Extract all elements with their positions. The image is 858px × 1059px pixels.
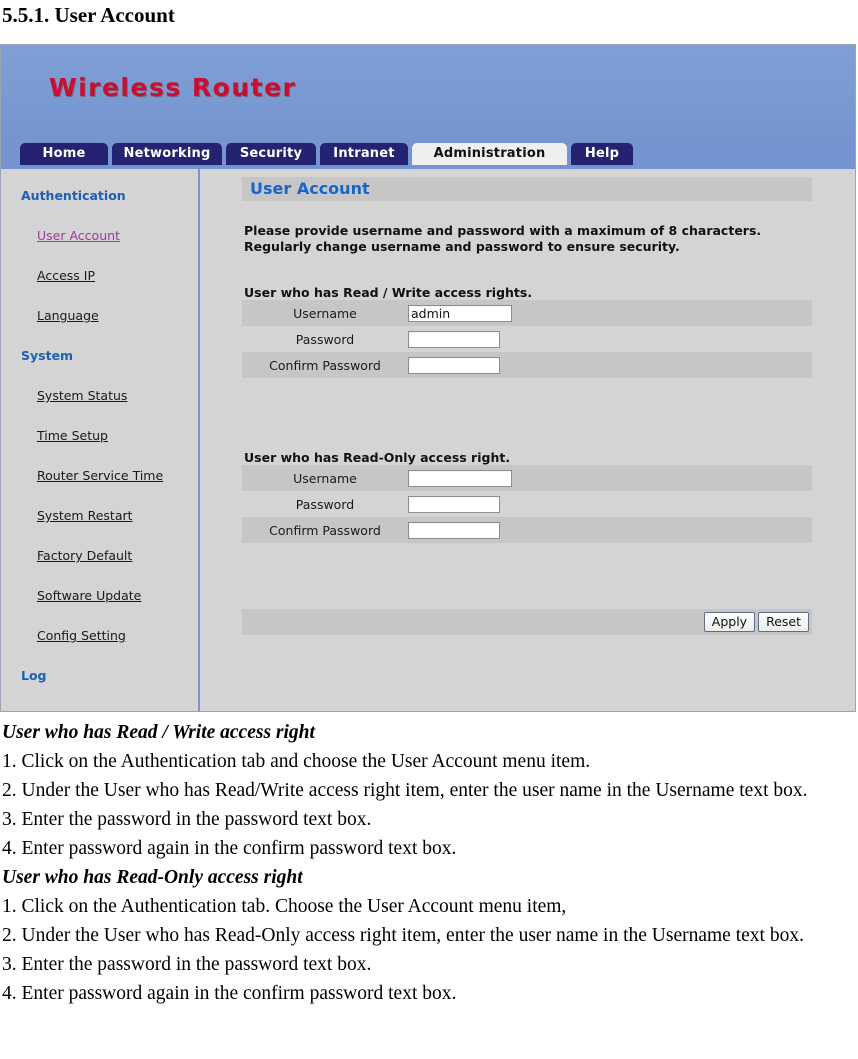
read-write-username-label: Username: [293, 305, 357, 321]
read-write-form-table: Username Password Confirm Password: [242, 300, 812, 384]
sidebar-item-config-setting[interactable]: Config Setting: [1, 626, 198, 646]
tab-networking[interactable]: Networking: [112, 143, 222, 165]
read-write-username-input[interactable]: [408, 304, 512, 322]
form-action-bar: Apply Reset: [242, 609, 812, 635]
sidebar-item-label: System Restart: [37, 508, 133, 523]
tab-home[interactable]: Home: [20, 143, 108, 165]
read-only-username-label: Username: [293, 470, 357, 486]
main-content: User Account Please provide username and…: [200, 169, 855, 711]
read-write-step-2: 2. Under the User who has Read/Write acc…: [2, 780, 808, 801]
apply-button[interactable]: Apply: [703, 612, 756, 632]
sidebar-item-label: Time Setup: [37, 428, 108, 443]
intro-line-2: Regularly change username and password t…: [244, 239, 680, 254]
sidebar-item-time-setup[interactable]: Time Setup: [1, 426, 198, 446]
sidebar-group-system: System: [21, 348, 74, 363]
tab-label: Help: [584, 146, 620, 161]
read-write-confirm-password-input[interactable]: [408, 356, 500, 374]
tab-label: Security: [239, 146, 303, 161]
instructions-block: User who has Read / Write access right 1.…: [0, 718, 858, 1008]
sidebar-item-label: Language: [37, 308, 99, 323]
read-only-step-2: 2. Under the User who has Read-Only acce…: [2, 925, 804, 946]
sidebar-item-access-ip[interactable]: Access IP: [1, 266, 198, 286]
read-only-form-table: Username Password Confirm Password: [242, 465, 812, 549]
sidebar-top-spacer: [1, 169, 198, 186]
read-only-group-label: User who has Read-Only access right.: [244, 450, 511, 465]
main-nav-tabs: Home Networking Security Intranet Administra…: [1, 143, 855, 169]
tab-security[interactable]: Security: [226, 143, 316, 165]
sidebar-item-label: User Account: [37, 228, 120, 243]
form-table-tail: [242, 378, 812, 384]
tab-help[interactable]: Help: [571, 143, 633, 165]
tab-administration[interactable]: Administration: [412, 143, 567, 165]
read-only-password-input[interactable]: [408, 495, 500, 513]
read-only-instructions-heading: User who has Read-Only access right: [2, 867, 303, 888]
router-body: Authentication User Account Access IP Langu…: [1, 169, 855, 711]
form-row: Password: [242, 326, 812, 352]
read-write-password-label: Password: [295, 331, 355, 347]
router-admin-screenshot: Wireless Router Home Networking Security In…: [0, 44, 856, 712]
read-only-step-1: 1. Click on the Authentication tab. Choo…: [2, 896, 567, 917]
form-table-tail: [242, 543, 812, 549]
sidebar-item-label: Software Update: [37, 588, 142, 603]
sidebar-item-system-restart[interactable]: System Restart: [1, 506, 198, 526]
brand-logo: Wireless Router: [49, 73, 297, 102]
sidebar-item-label: Factory Default: [37, 548, 133, 563]
read-write-step-1: 1. Click on the Authentication tab and c…: [2, 751, 591, 772]
tab-label: Administration: [433, 146, 546, 161]
read-only-confirm-password-label: Confirm Password: [269, 522, 381, 538]
panel-title: User Account: [242, 177, 812, 201]
sidebar: Authentication User Account Access IP Langu…: [1, 169, 200, 711]
reset-button[interactable]: Reset: [758, 612, 809, 632]
read-only-step-3: 3. Enter the password in the password te…: [2, 954, 372, 975]
sidebar-item-label: Router Service Time: [37, 468, 164, 483]
read-write-step-4: 4. Enter password again in the confirm p…: [2, 838, 457, 859]
sidebar-item-router-service-time[interactable]: Router Service Time: [1, 466, 198, 486]
sidebar-group-log: Log: [21, 668, 47, 683]
sidebar-item-user-account[interactable]: User Account: [1, 226, 198, 246]
tab-label: Home: [42, 146, 86, 161]
form-row: Confirm Password: [242, 352, 812, 378]
sidebar-item-factory-default[interactable]: Factory Default: [1, 546, 198, 566]
read-write-password-input[interactable]: [408, 330, 500, 348]
read-write-instructions-heading: User who has Read / Write access right: [2, 722, 315, 743]
panel-intro: Please provide username and password wit…: [244, 223, 824, 255]
sidebar-group-authentication: Authentication: [21, 188, 126, 203]
read-only-confirm-password-input[interactable]: [408, 521, 500, 539]
tab-intranet[interactable]: Intranet: [320, 143, 408, 165]
read-only-username-input[interactable]: [408, 469, 512, 487]
tab-label: Networking: [123, 146, 211, 161]
sidebar-item-label: Access IP: [37, 268, 95, 283]
form-row: Username: [242, 300, 812, 326]
sidebar-item-system-status[interactable]: System Status: [1, 386, 198, 406]
intro-line-1: Please provide username and password wit…: [244, 223, 762, 238]
form-row: Username: [242, 465, 812, 491]
sidebar-item-software-update[interactable]: Software Update: [1, 586, 198, 606]
sidebar-item-label: System Status: [37, 388, 128, 403]
read-write-step-3: 3. Enter the password in the password te…: [2, 809, 372, 830]
sidebar-item-language[interactable]: Language: [1, 306, 198, 326]
read-only-step-4: 4. Enter password again in the confirm p…: [2, 983, 457, 1004]
read-only-password-label: Password: [295, 496, 355, 512]
read-write-confirm-password-label: Confirm Password: [269, 357, 381, 373]
form-row: Password: [242, 491, 812, 517]
read-write-group-label: User who has Read / Write access rights.: [244, 285, 533, 300]
router-header-banner: Wireless Router: [1, 45, 855, 143]
form-row: Confirm Password: [242, 517, 812, 543]
page-title: 5.5.1. User Account: [2, 3, 175, 27]
tab-label: Intranet: [333, 146, 395, 161]
sidebar-item-label: Config Setting: [37, 628, 126, 643]
